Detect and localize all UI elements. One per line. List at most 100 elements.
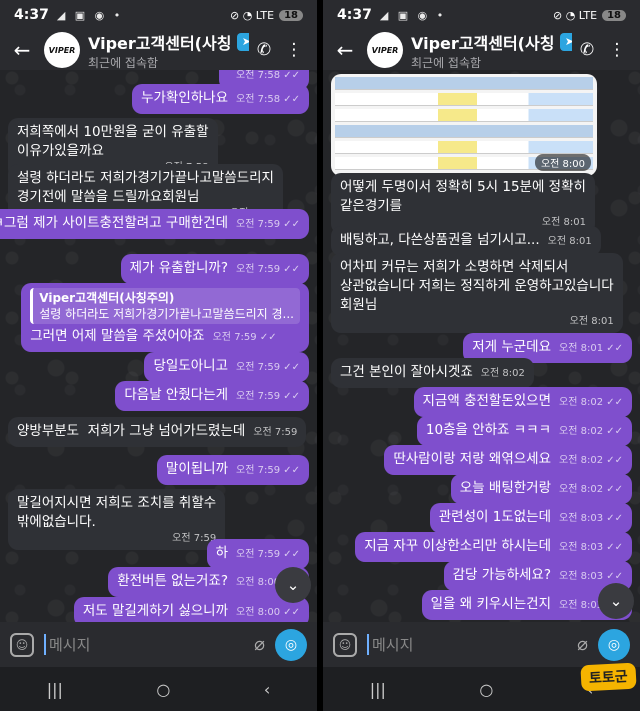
message-text: 관련성이 1도없는데	[438, 509, 552, 525]
avatar[interactable]: VIPER	[367, 32, 403, 68]
attach-icon[interactable]: ⌀	[577, 634, 588, 655]
message-time: 오전 7:59	[236, 465, 281, 476]
outgoing-message[interactable]: ㅋㅋㅋㅋ그럼 제가 사이트충전할려고 구매한건데 오전 7:59 ✓✓	[0, 209, 309, 239]
message-text: 지금 자꾸 이상한소리만 하시는데	[364, 538, 552, 554]
incoming-message[interactable]: 어떻게 두명이서 정확히 5시 15분에 정확히 같은경기를 오전 8:01	[331, 173, 595, 234]
message-text: 저게 누군데요	[472, 339, 552, 355]
outgoing-message[interactable]: 당일도아니고 오전 7:59 ✓✓	[144, 352, 309, 382]
emoji-sticker-icon[interactable]: ☺	[10, 632, 34, 657]
read-receipt-icon: ✓✓	[603, 513, 623, 524]
message-timestamp: 오전 8:01 ✓✓	[559, 343, 623, 354]
outgoing-message[interactable]: 지금 자꾸 이상한소리만 하시는데 오전 8:03 ✓✓	[355, 532, 632, 562]
message-timestamp: 오전 8:03 ✓✓	[559, 571, 623, 582]
read-receipt-icon: ✓✓	[280, 264, 300, 275]
home-icon[interactable]: ○	[479, 680, 493, 699]
outgoing-message[interactable]: 관련성이 1도없는데 오전 8:03 ✓✓	[429, 503, 632, 533]
incoming-message[interactable]: 그건 본인이 잘아시겟죠 오전 8:02	[331, 358, 534, 388]
camera-icon[interactable]: ◎	[598, 628, 630, 661]
outgoing-message[interactable]: 하 오전 7:59 ✓✓	[206, 539, 309, 569]
outgoing-message[interactable]: 오늘 배팅한거랑 오전 8:02 ✓✓	[450, 474, 632, 504]
camera-icon[interactable]: ◎	[275, 628, 307, 661]
more-menu-icon[interactable]: ⋮	[602, 40, 632, 60]
message-timestamp: 오전 8:02 ✓✓	[559, 484, 623, 495]
call-icon[interactable]: ✆	[572, 40, 602, 60]
message-time: 오전 8:01	[547, 236, 592, 247]
message-time: 오전 8:01	[559, 343, 604, 354]
recent-apps-icon[interactable]: |||	[47, 680, 63, 699]
avatar[interactable]: VIPER	[44, 32, 80, 68]
outgoing-message[interactable]: 다음날 안줬다는게 오전 7:59 ✓✓	[115, 381, 309, 411]
incoming-message[interactable]: 어차피 커뮤는 저희가 소명하면 삭제되서 상관없습니다 저희는 정직하게 운영…	[331, 253, 623, 333]
back-nav-icon[interactable]: ‹	[264, 680, 270, 699]
read-receipt-icon: ✓✓	[280, 549, 300, 560]
watermark-logo: 토토군	[580, 662, 637, 692]
message-text: 오늘 배팅한거랑	[459, 480, 552, 496]
contact-name: Viper고객센터(사칭	[411, 33, 555, 53]
message-input[interactable]: 메시지	[367, 634, 567, 655]
read-receipt-icon: ✓✓	[280, 94, 300, 105]
chat-header: ← VIPER Viper고객센터(사칭 ➤ 최근에 접속함 ✆ ⋮	[0, 30, 317, 70]
android-nav-bar: ||| ○ ‹	[0, 667, 317, 711]
message-composer: ☺ 메시지 ⌀ ◎	[0, 622, 317, 667]
emoji-sticker-icon[interactable]: ☺	[333, 632, 357, 657]
read-receipt-icon: ✓✓	[280, 465, 300, 476]
message-list[interactable]: 오전 8:00 어떻게 두명이서 정확히 5시 15분에 정확히 같은경기를 오전…	[323, 70, 640, 631]
message-text: 설령 하더라도 저희가경기가끝나고말씀드리지 경기전에 말씀을 드릴까요회원님	[17, 170, 274, 205]
back-arrow-icon[interactable]: ←	[331, 38, 359, 62]
scroll-down-button[interactable]: ⌄	[275, 567, 311, 603]
message-timestamp: 오전 7:58 ✓✓	[236, 70, 300, 81]
message-time: 오전 8:03	[559, 513, 604, 524]
chat-title-block[interactable]: Viper고객센터(사칭 ➤ 최근에 접속함	[411, 30, 572, 71]
outgoing-message[interactable]: Viper고객센터(사칭주의) 설령 하더라도 저희가경기가끝나고말씀드리지 경.…	[21, 283, 309, 352]
chat-title-block[interactable]: Viper고객센터(사칭 ➤ 최근에 접속함	[88, 30, 249, 71]
message-time: 오전 7:58	[236, 94, 281, 105]
attach-icon[interactable]: ⌀	[254, 634, 265, 655]
read-receipt-icon: ✓✓	[280, 219, 300, 230]
outgoing-message[interactable]: 말이됩니까 오전 7:59 ✓✓	[156, 455, 309, 485]
message-list[interactable]: 오전 7:58 ✓✓ 누가확인하나요 오전 7:58 ✓✓ 저희쪽에서 10만원을 굳…	[0, 60, 317, 631]
call-icon[interactable]: ✆	[249, 40, 279, 60]
incoming-message[interactable]: 양방부분도 저희가 그냥 넘어가드렸는데 오전 7:59	[8, 417, 307, 447]
outgoing-message[interactable]: 제가 유출합니까? 오전 7:59 ✓✓	[120, 254, 309, 284]
back-arrow-icon[interactable]: ←	[8, 38, 36, 62]
battery-icon: 18	[279, 9, 303, 21]
image-message[interactable]: 오전 8:00	[331, 74, 597, 176]
outgoing-message[interactable]: 10층을 안하죠 ㅋㅋㅋ 오전 8:02 ✓✓	[416, 416, 632, 446]
outgoing-message[interactable]: 지금액 충전할돈있으면 오전 8:02 ✓✓	[413, 387, 632, 417]
read-receipt-icon: ✓✓	[256, 332, 277, 343]
outgoing-message[interactable]: 누가확인하나요 오전 7:58 ✓✓	[132, 84, 309, 114]
reply-quote[interactable]: Viper고객센터(사칭주의) 설령 하더라도 저희가경기가끝나고말씀드리지 경.…	[30, 288, 300, 324]
home-icon[interactable]: ○	[156, 680, 170, 699]
image-timestamp: 오전 8:00	[534, 154, 591, 171]
message-time: 오전 7:59	[236, 219, 281, 230]
recent-apps-icon[interactable]: |||	[370, 680, 386, 699]
message-text: 배팅하고, 다쓴상품권을 넘기시고...	[340, 232, 540, 248]
message-timestamp: 오전 8:02 ✓✓	[559, 426, 623, 437]
chat-header: ← VIPER Viper고객센터(사칭 ➤ 최근에 접속함 ✆ ⋮	[323, 30, 640, 70]
read-receipt-icon: ✓✓	[280, 362, 300, 373]
last-seen-status: 최근에 접속함	[88, 55, 159, 70]
message-timestamp: 오전 8:01	[340, 315, 614, 328]
scroll-down-button[interactable]: ⌄	[598, 583, 634, 619]
message-text: 말이됩니까	[165, 461, 229, 477]
read-receipt-icon: ✓✓	[603, 397, 623, 408]
message-timestamp: 오전 8:02	[481, 368, 525, 379]
message-input[interactable]: 메시지	[44, 634, 244, 655]
message-text: 누가확인하나요	[141, 90, 229, 106]
message-timestamp: 오전 8:03 ✓✓	[559, 542, 623, 553]
more-menu-icon[interactable]: ⋮	[279, 40, 309, 60]
message-time: 오전 8:03	[559, 542, 604, 553]
telegram-icon: ➤	[560, 32, 572, 51]
read-receipt-icon: ✓✓	[280, 70, 300, 81]
message-time: 오전 8:03	[559, 571, 604, 582]
message-text: 다음날 안줬다는게	[124, 387, 229, 403]
outgoing-message[interactable]: 딴사람이랑 저랑 왜엮으세요 오전 8:02 ✓✓	[384, 445, 632, 475]
read-receipt-icon: ✓✓	[280, 391, 300, 402]
network-icon: ⊘ ◔ LTE	[552, 8, 598, 22]
message-text: 저희쪽에서 10만원을 굳이 유출할 이유가있을까요	[17, 124, 209, 159]
incoming-message[interactable]: 말길어지시면 저희도 조치를 취할수 밖에없습니다. 오전 7:59	[8, 489, 226, 550]
telegram-icon: ➤	[237, 32, 249, 51]
incoming-message[interactable]: 배팅하고, 다쓴상품권을 넘기시고... 오전 8:01	[331, 226, 601, 256]
reply-quote-text: 설령 하더라도 저희가경기가끝나고말씀드리지 경...	[39, 307, 294, 321]
message-timestamp: 오전 7:59	[17, 532, 216, 545]
